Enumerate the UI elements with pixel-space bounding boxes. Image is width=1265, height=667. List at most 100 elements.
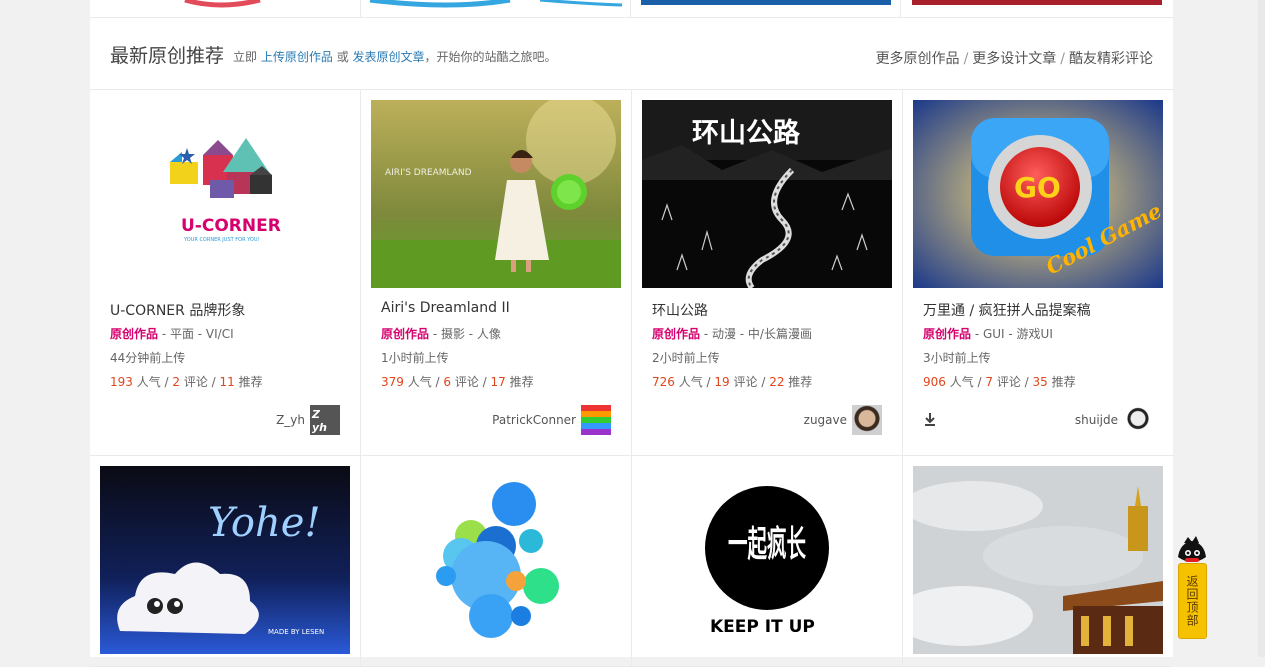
author-name[interactable]: Z_yh [276,413,305,427]
recs-label: 推荐 [234,375,263,389]
work-card: 环山公路 环山公路 原创作品 - 动漫 - 中/长篇漫画 2小时前上传 726 … [632,90,903,456]
work-thumbnail[interactable]: GO Cool Game [913,100,1163,288]
author-name[interactable]: zugave [804,413,847,427]
avatar[interactable] [581,405,611,435]
work-title[interactable]: 环山公路 [652,300,708,320]
work-card [903,456,1173,667]
original-label[interactable]: 原创作品 [381,327,429,341]
work-category: 原创作品 - 平面 - VI/CI [110,325,234,342]
portrait-photo-image: AIRI'S DREAMLAND [371,100,621,288]
post-article-link[interactable]: 发表原创文章 [353,50,425,64]
comments-label: 评论 / [451,375,491,389]
work-thumbnail[interactable]: AIRI'S DREAMLAND [371,100,621,288]
comments-label: 评论 / [729,375,770,389]
views-label: 人气 / [132,375,173,389]
keep-it-up-text: KEEP IT UP [710,617,815,637]
work-author: zugave [804,405,882,435]
comments-label: 评论 / [993,375,1033,389]
comments-count: 6 [443,375,452,389]
work-card: GO Cool Game 万里通 / 疯狂拼人品提案稿 原创作品 - GUI -… [903,90,1173,456]
category-path: - 摄影 - 人像 [429,327,501,341]
work-author: Z_yh Z yh [276,405,340,435]
author-name[interactable]: shuijde [1075,413,1118,427]
download-icon[interactable] [923,412,937,426]
yohe-cloud-image: Yohe! MADE BY LESEN [100,466,350,654]
work-author: shuijde [1075,405,1153,435]
work-title[interactable]: U-CORNER 品牌形象 [110,300,245,320]
recs-count: 35 [1032,375,1048,389]
go-button-text: GO [1014,171,1061,204]
work-stats: 193 人气 / 2 评论 / 11 推荐 [110,373,263,390]
original-label[interactable]: 原创作品 [652,327,700,341]
prev-cell-3 [630,0,901,17]
scrollbar[interactable] [1258,0,1265,657]
recs-count: 11 [219,375,235,389]
more-sep: / [963,51,969,67]
back-to-top-button[interactable]: 返回顶部 [1178,563,1207,639]
work-stats: 379 人气 / 6 评论 / 17 推荐 [381,373,534,390]
work-thumbnail[interactable]: 环山公路 [642,100,892,288]
work-title[interactable]: 万里通 / 疯狂拼人品提案稿 [923,300,1091,320]
prev-cell-4 [900,0,1170,17]
author-name[interactable]: PatrickConner [492,413,576,427]
work-thumbnail[interactable]: 一起疯长 KEEP IT UP [642,466,892,654]
mountain-road-art-image: 环山公路 [642,100,892,288]
more-sep: / [1060,51,1065,67]
u-corner-logo-image: U-CORNER YOUR CORNER JUST FOR YOU! [170,138,281,243]
section-title: 最新原创推荐 [110,45,225,67]
upload-time: 3小时前上传 [923,351,991,365]
work-category: 原创作品 - GUI - 游戏UI [923,325,1053,342]
more-works-link[interactable]: 更多原创作品 [876,51,960,67]
work-stats: 726 人气 / 19 评论 / 22 推荐 [652,373,812,390]
avatar[interactable] [1123,405,1153,435]
comments-count: 19 [714,375,730,389]
category-path: - 动漫 - 中/长篇漫画 [700,327,812,341]
avatar[interactable]: Z yh [310,405,340,435]
prev-cell-1 [90,0,361,17]
work-thumbnail[interactable] [371,466,621,654]
views-count: 193 [110,375,133,389]
yohe-text: Yohe! [208,500,321,546]
work-card: U-CORNER YOUR CORNER JUST FOR YOU! U-COR… [90,90,361,456]
photo-watermark: AIRI'S DREAMLAND [385,168,472,178]
comments-count: 2 [172,375,181,389]
work-title[interactable]: Airi's Dreamland II [381,300,510,316]
original-label[interactable]: 原创作品 [110,327,158,341]
views-label: 人气 / [674,375,715,389]
keep-logo-text: 一起疯长 [728,524,806,565]
views-label: 人气 / [945,375,986,389]
work-thumbnail[interactable] [913,466,1163,654]
comments-label: 评论 / [180,375,220,389]
comments-count: 7 [985,375,994,389]
original-label[interactable]: 原创作品 [923,327,971,341]
desc-prefix: 立即 [233,50,258,64]
logo-tagline: YOUR CORNER JUST FOR YOU! [183,237,260,243]
more-links: 更多原创作品 / 更多设计文章 / 酷友精彩评论 [876,48,1153,68]
views-count: 379 [381,375,404,389]
recs-count: 22 [769,375,785,389]
views-count: 906 [923,375,946,389]
more-comments-link[interactable]: 酷友精彩评论 [1069,51,1153,67]
upload-work-link[interactable]: 上传原创作品 [261,50,333,64]
work-card: Yohe! MADE BY LESEN [90,456,361,667]
category-path: - 平面 - VI/CI [158,327,234,341]
prev-cell-2 [360,0,631,17]
game-icon-image: GO Cool Game [913,100,1163,288]
section-description: 立即 上传原创作品 或 发表原创文章，开始你的站酷之旅吧。 [233,48,557,65]
avatar[interactable] [852,405,882,435]
section-header: 最新原创推荐 立即 上传原创作品 或 发表原创文章，开始你的站酷之旅吧。 更多原… [90,17,1173,90]
recs-label: 推荐 [505,375,534,389]
logo-name: U-CORNER [181,216,281,236]
recs-label: 推荐 [784,375,813,389]
work-card: 一起疯长 KEEP IT UP [632,456,903,667]
art-title-text: 环山公路 [692,117,801,149]
work-thumbnail[interactable]: U-CORNER YOUR CORNER JUST FOR YOU! [100,100,350,288]
recs-label: 推荐 [1047,375,1076,389]
upload-time: 44分钟前上传 [110,351,186,365]
more-articles-link[interactable]: 更多设计文章 [972,51,1056,67]
work-card [361,456,632,667]
category-path: - GUI - 游戏UI [971,327,1053,341]
views-count: 726 [652,375,675,389]
work-thumbnail[interactable]: Yohe! MADE BY LESEN [100,466,350,654]
work-author: PatrickConner [492,405,611,435]
